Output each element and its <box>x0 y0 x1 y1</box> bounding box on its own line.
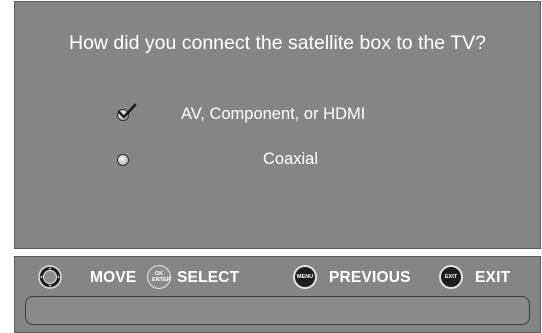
option-label: AV, Component, or HDMI <box>181 105 366 123</box>
menu-button-icon: MENU <box>293 265 317 289</box>
move-label: MOVE <box>90 269 137 286</box>
option-av-component-hdmi[interactable]: AV, Component, or HDMI <box>15 103 540 129</box>
option-label: Coaxial <box>263 150 319 168</box>
previous-label: PREVIOUS <box>329 269 411 286</box>
remote-help-bar: MOVE OK ENTER SELECT MENU PREVIOUS EXIT … <box>14 256 541 333</box>
ok-enter-icon-text: OK ENTER <box>152 271 171 283</box>
radio-button-unselected[interactable] <box>117 154 129 166</box>
dpad-icon <box>38 265 62 289</box>
select-label: SELECT <box>177 269 240 286</box>
dialog-question: How did you connect the satellite box to… <box>69 32 486 54</box>
option-coaxial[interactable]: Coaxial <box>15 150 540 174</box>
exit-label: EXIT <box>475 269 511 286</box>
exit-button-icon: EXIT <box>439 265 463 289</box>
ok-enter-button-icon: OK ENTER <box>147 265 171 289</box>
connection-dialog: How did you connect the satellite box to… <box>14 1 541 249</box>
checkmark-icon <box>117 103 137 119</box>
menu-icon-text: MENU <box>296 274 314 280</box>
help-message-field <box>25 296 530 325</box>
exit-icon-text: EXIT <box>444 274 458 280</box>
